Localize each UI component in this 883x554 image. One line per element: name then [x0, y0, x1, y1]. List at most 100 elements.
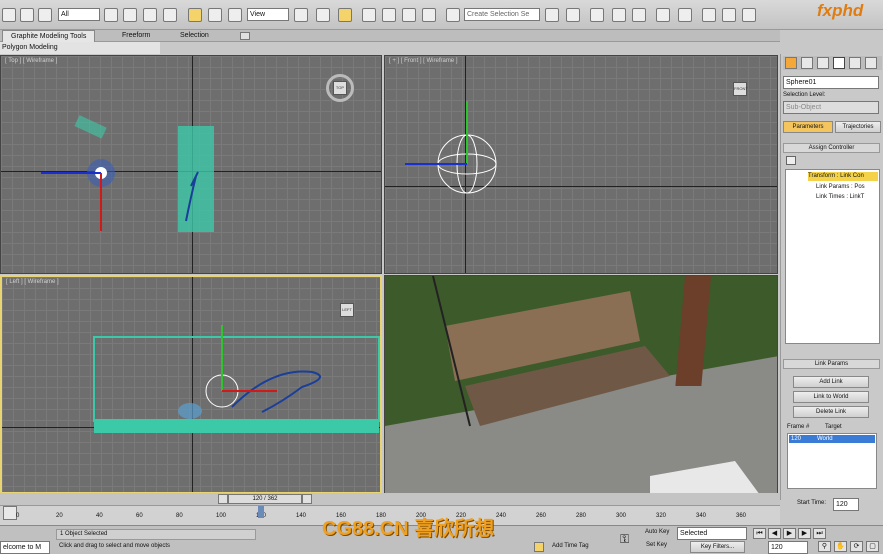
window-crossing-icon[interactable] [163, 8, 177, 22]
named-selection-dropdown[interactable]: Create Selection Se [464, 8, 540, 21]
percent-snap-icon[interactable] [402, 8, 416, 22]
spinner-snap-icon[interactable] [422, 8, 436, 22]
pan-icon[interactable]: ✋ [834, 541, 847, 552]
command-panel: Sphere01 Selection Level: Sub-Object Par… [780, 54, 883, 506]
maximize-viewport-icon[interactable]: ▢ [866, 541, 879, 552]
prev-key-icon[interactable]: ◀ [768, 528, 781, 539]
set-key-button[interactable]: Set Key [646, 542, 667, 548]
track-tick-label: 40 [96, 513, 103, 519]
rotate-icon[interactable] [208, 8, 222, 22]
sub-object-dropdown[interactable]: Sub-Object [783, 101, 879, 114]
select-link-icon[interactable] [20, 8, 34, 22]
assign-controller-rollout[interactable]: Assign Controller [783, 143, 880, 153]
motion-tab-icon[interactable] [833, 57, 845, 69]
viewcube-left[interactable]: LEFT [340, 303, 354, 317]
link-to-world-button[interactable]: Link to World [793, 391, 869, 403]
modify-tab-icon[interactable] [801, 57, 813, 69]
prev-frame-button[interactable] [218, 494, 228, 504]
controller-tree[interactable]: Transform : Link Con Link Params : Pos L… [785, 169, 880, 344]
tree-item-link-params[interactable]: Link Params : Pos [816, 183, 876, 192]
tree-item-link-times[interactable]: Link Times : LinkT [816, 193, 876, 202]
render-setup-icon[interactable] [702, 8, 716, 22]
schematic-view-icon[interactable] [656, 8, 670, 22]
key-mode-value: Selected [680, 530, 708, 537]
viewcube-top[interactable]: TOP [333, 81, 347, 95]
edit-named-selection-icon[interactable] [446, 8, 460, 22]
key-marker[interactable] [258, 506, 264, 518]
tab-freeform[interactable]: Freeform [114, 30, 158, 42]
angle-snap-icon[interactable] [382, 8, 396, 22]
orbit-icon[interactable]: ⟳ [850, 541, 863, 552]
rendered-frame-icon[interactable] [722, 8, 736, 22]
selection-filter-dropdown[interactable]: All [58, 8, 100, 21]
track-tick-label: 260 [536, 513, 547, 519]
delete-link-button[interactable]: Delete Link [793, 406, 869, 418]
link-row-frame: 120 [791, 436, 802, 442]
keyboard-shortcut-icon[interactable] [338, 8, 352, 22]
link-row-world[interactable]: 120 World [789, 435, 875, 443]
target-header: Target [825, 424, 842, 430]
time-tag-icon[interactable] [534, 542, 544, 552]
reference-coord-dropdown[interactable]: View [247, 8, 289, 21]
selection-status: 1 Object Selected [56, 529, 256, 540]
parameters-button[interactable]: Parameters [783, 121, 833, 133]
viewport-front[interactable]: [ + ] [ Front ] [ Wireframe ] FRONT [384, 55, 778, 274]
current-frame-field[interactable]: 120 [768, 541, 808, 554]
tab-selection[interactable]: Selection [172, 30, 217, 42]
next-key-icon[interactable]: ▶ [798, 528, 811, 539]
object-blob [178, 403, 202, 419]
viewport-perspective-photo[interactable] [384, 275, 778, 494]
create-tab-icon[interactable] [785, 57, 797, 69]
unlink-icon[interactable] [38, 8, 52, 22]
play-icon[interactable]: ▶ [783, 528, 796, 539]
key-filters-button[interactable]: Key Filters... [690, 541, 745, 553]
select-manipulate-icon[interactable] [316, 8, 330, 22]
hierarchy-tab-icon[interactable] [817, 57, 829, 69]
goto-end-icon[interactable]: ⏭ [813, 528, 826, 539]
select-object-icon[interactable] [104, 8, 118, 22]
link-params-rollout[interactable]: Link Params [783, 359, 880, 369]
reference-coord-value: View [250, 11, 266, 18]
assign-controller-icon[interactable] [786, 156, 796, 165]
mini-curve-icon[interactable] [3, 506, 17, 520]
watermark: CG88.CN 喜欣所想 [322, 518, 495, 540]
layer-manager-icon[interactable] [590, 8, 604, 22]
rect-region-icon[interactable] [143, 8, 157, 22]
scale-icon[interactable] [228, 8, 242, 22]
key-mode-dropdown[interactable]: Selected [677, 527, 747, 540]
snaps-toggle-icon[interactable] [362, 8, 376, 22]
utilities-tab-icon[interactable] [865, 57, 877, 69]
start-time-spinner[interactable]: 120 [833, 498, 859, 511]
key-icon[interactable]: ⚿ [620, 532, 638, 546]
add-link-button[interactable]: Add Link [793, 376, 869, 388]
render-icon[interactable] [742, 8, 756, 22]
material-editor-icon[interactable] [678, 8, 692, 22]
mirror-icon[interactable] [545, 8, 559, 22]
tab-graphite-modeling[interactable]: Graphite Modeling Tools [2, 30, 96, 42]
trajectories-button[interactable]: Trajectories [835, 121, 881, 133]
viewport-top[interactable]: [ Top ] [ Wireframe ] TOP [0, 55, 382, 274]
add-time-tag-label[interactable]: Add Time Tag [552, 543, 589, 549]
move-icon[interactable] [188, 8, 202, 22]
ribbon-expand-icon[interactable] [240, 32, 250, 40]
auto-key-button[interactable]: Auto Key [645, 529, 669, 535]
viewcube-front[interactable]: FRONT [733, 82, 748, 96]
graphite-toggle-icon[interactable] [612, 8, 626, 22]
time-slider-thumb[interactable]: 120 / 362 [228, 494, 302, 504]
tree-item-transform[interactable]: Transform : Link Con [808, 172, 878, 181]
zoom-icon[interactable]: ⚲ [818, 541, 831, 552]
porch-photo [385, 276, 777, 493]
align-icon[interactable] [566, 8, 580, 22]
object-name-field[interactable]: Sphere01 [783, 76, 879, 89]
select-by-name-icon[interactable] [123, 8, 137, 22]
undo-icon[interactable] [2, 8, 16, 22]
ribbon-subpanel[interactable]: Polygon Modeling [0, 42, 160, 54]
curve-editor-icon[interactable] [632, 8, 646, 22]
link-list[interactable]: 120 World [787, 433, 877, 489]
goto-start-icon[interactable]: ⏮ [753, 528, 766, 539]
next-frame-button[interactable] [302, 494, 312, 504]
maxscript-listener[interactable]: elcome to M [0, 541, 50, 554]
pivot-icon[interactable] [294, 8, 308, 22]
display-tab-icon[interactable] [849, 57, 861, 69]
viewport-left[interactable]: [ Left ] [ Wireframe ] LEFT [0, 275, 382, 494]
